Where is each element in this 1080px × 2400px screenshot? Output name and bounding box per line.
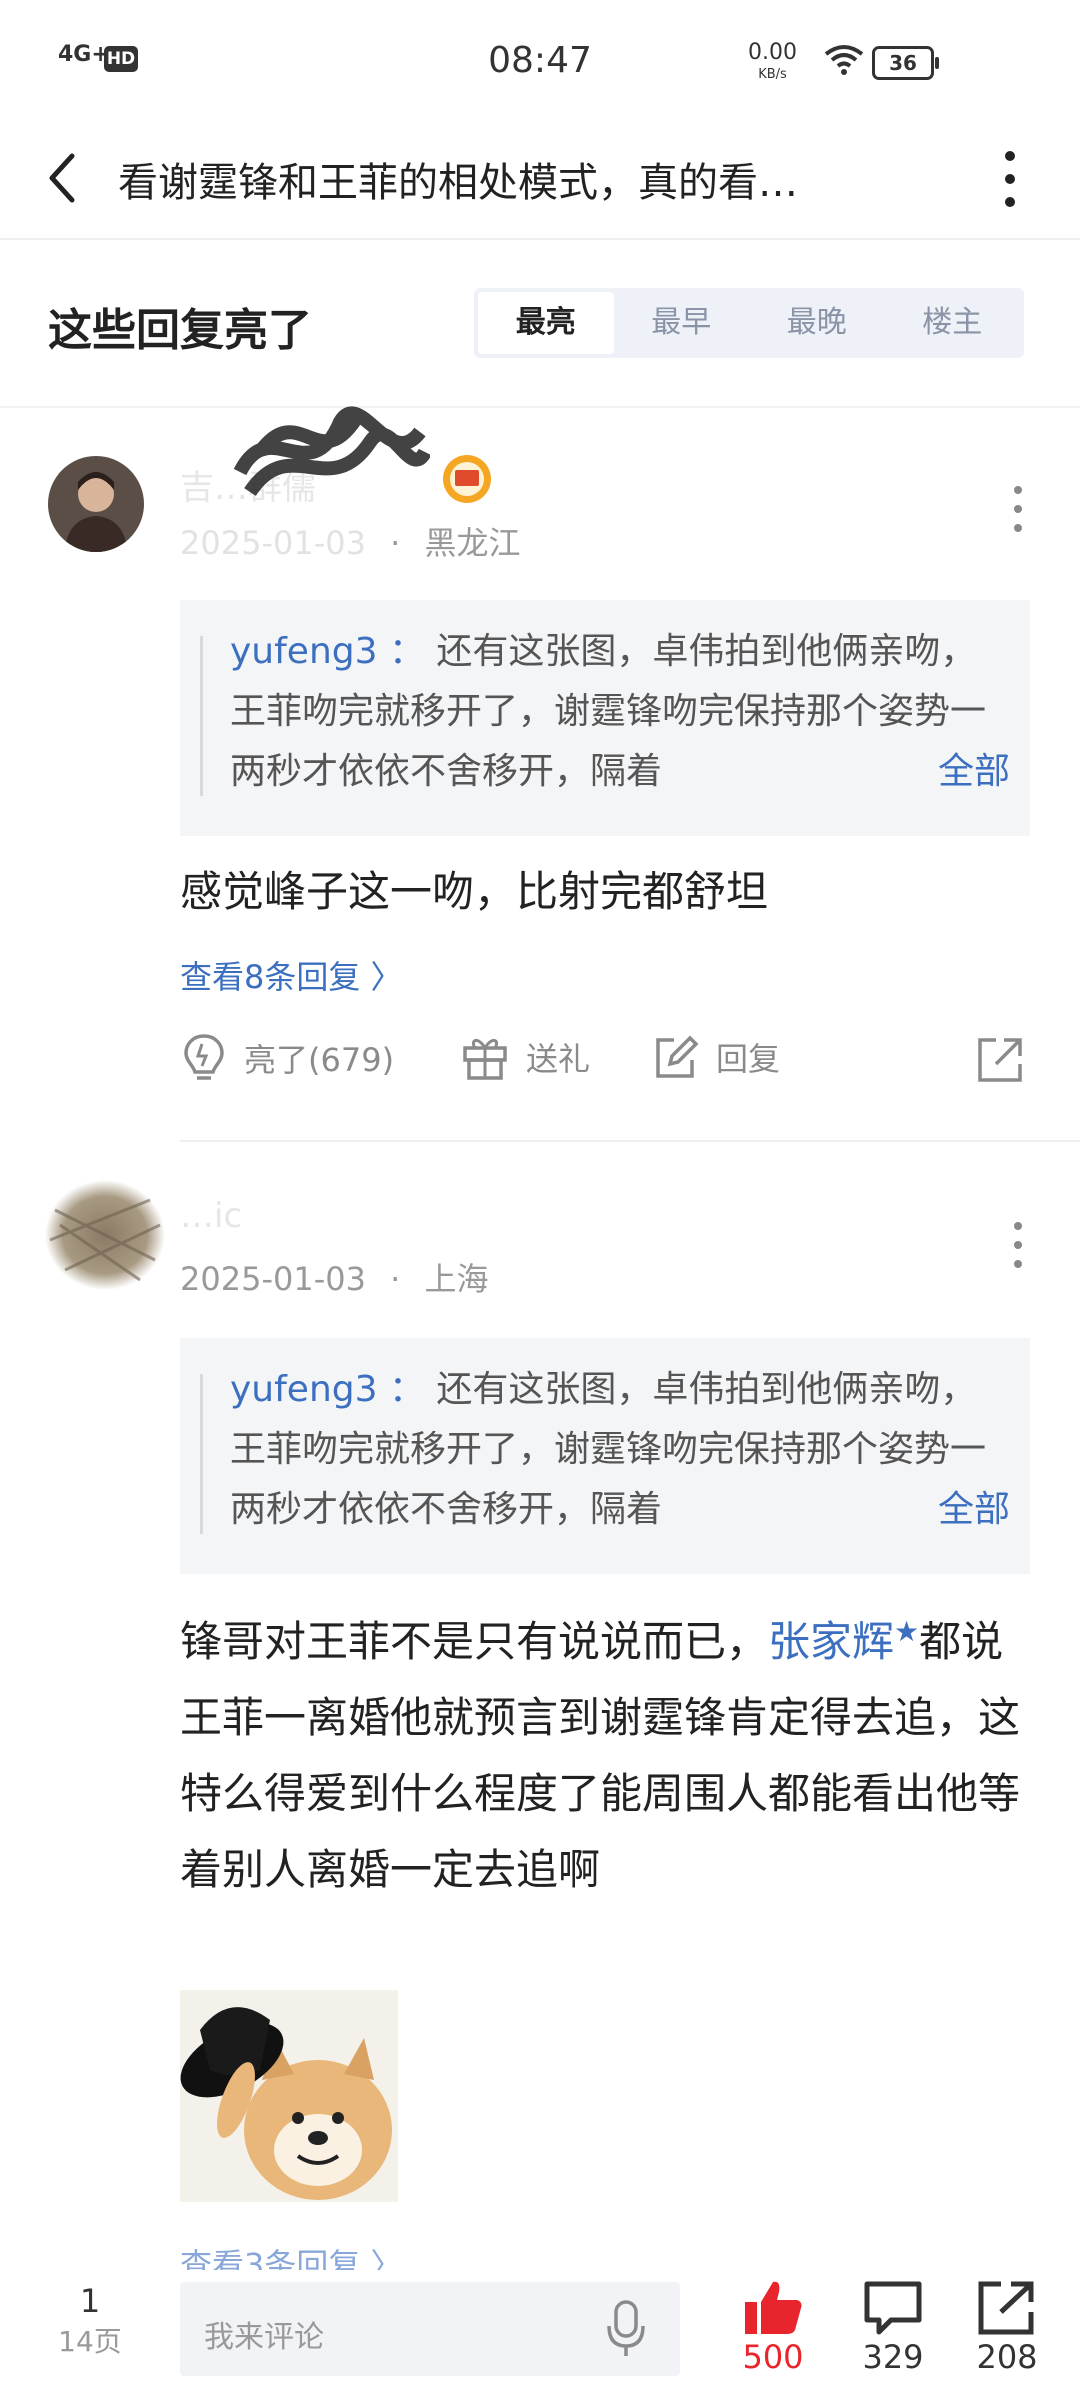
quote-colon: ： bbox=[377, 1369, 437, 1410]
username-text: …ic bbox=[180, 1196, 243, 1236]
network-speed: 0.00 KB/s bbox=[748, 42, 797, 86]
comment-text-part: 锋哥对王菲不是只有说说而已， bbox=[180, 1617, 769, 1666]
gift-label: 送礼 bbox=[526, 1040, 591, 1078]
expand-quote-link[interactable]: 全部 bbox=[897, 1480, 1010, 1532]
thumbs-up-icon bbox=[745, 2281, 802, 2334]
quote-bar bbox=[200, 1374, 203, 1534]
like-stat-button[interactable]: 500 bbox=[718, 2278, 828, 2376]
total-pages: 14页 bbox=[58, 2325, 122, 2358]
tab-brightest[interactable]: 最亮 bbox=[478, 292, 614, 354]
quoted-comment[interactable]: yufeng3 ： 还有这张图，卓伟拍到他俩亲吻，王菲吻完就移开了，谢霆锋吻完保… bbox=[180, 600, 1030, 836]
comment-input[interactable]: 我来评论 bbox=[180, 2282, 680, 2376]
battery-icon: 36 bbox=[872, 46, 939, 80]
view-replies-link[interactable]: 查看8条回复 〉 bbox=[180, 952, 403, 998]
more-options-icon[interactable] bbox=[995, 144, 1025, 214]
comment-location: 上海 bbox=[424, 1260, 489, 1298]
comment-more-icon[interactable] bbox=[1008, 1220, 1028, 1270]
quote-text: yufeng3 ： 还有这张图，卓伟拍到他俩亲吻，王菲吻完就移开了，谢霆锋吻完保… bbox=[230, 622, 1000, 802]
redacted-scribble bbox=[233, 406, 430, 497]
avatar[interactable] bbox=[40, 1170, 170, 1300]
meme-image[interactable] bbox=[180, 1990, 398, 2202]
comment-placeholder: 我来评论 bbox=[204, 2320, 324, 2355]
comment-bubble-icon bbox=[864, 2281, 922, 2335]
comment-meta: 2025-01-03 · 黑龙江 bbox=[180, 518, 521, 564]
verified-badge-icon bbox=[443, 455, 491, 503]
speed-unit: KB/s bbox=[758, 67, 787, 82]
share-stat-button[interactable]: 208 bbox=[952, 2278, 1062, 2376]
page-title: 看谢霆锋和王菲的相处模式，真的看… bbox=[118, 160, 798, 206]
comment-date: 2025-01-03 bbox=[180, 524, 366, 562]
share-icon[interactable] bbox=[974, 1034, 1026, 1086]
star-icon: ★ bbox=[894, 1615, 920, 1648]
speed-value: 0.00 bbox=[748, 40, 797, 65]
gift-icon bbox=[463, 1039, 507, 1080]
comment-divider bbox=[180, 1140, 1080, 1142]
comment-date: 2025-01-03 bbox=[180, 1260, 366, 1298]
bottom-bar: 1 14页 我来评论 500 329 208 bbox=[0, 2270, 1080, 2400]
quote-username[interactable]: yufeng3 bbox=[230, 1369, 378, 1410]
comment-location: 黑龙江 bbox=[424, 524, 521, 562]
comment-stat-button[interactable]: 329 bbox=[838, 2278, 948, 2376]
expand-quote-link[interactable]: 全部 bbox=[897, 742, 1010, 794]
comment-text: 锋哥对王菲不是只有说说而已，张家辉★都说王菲一离婚他就预言到谢霆锋肯定得去追，这… bbox=[180, 1594, 1040, 1908]
wifi-icon bbox=[824, 45, 864, 75]
status-bar: 4G+ HD 08:47 0.00 KB/s 36 bbox=[0, 0, 1080, 120]
meta-separator: · bbox=[390, 524, 401, 562]
reply-button[interactable]: 回复 bbox=[650, 1032, 780, 1082]
comment-more-icon[interactable] bbox=[1008, 484, 1028, 534]
like-total: 500 bbox=[742, 2338, 804, 2376]
share-icon bbox=[978, 2281, 1034, 2335]
tab-op-only[interactable]: 楼主 bbox=[885, 292, 1021, 354]
current-page: 1 bbox=[79, 2282, 101, 2320]
gift-button[interactable]: 送礼 bbox=[460, 1032, 590, 1082]
replies-header: 这些回复亮了 最亮 最早 最晚 楼主 bbox=[0, 238, 1080, 408]
user-mention[interactable]: 张家辉 bbox=[768, 1617, 894, 1666]
edit-icon bbox=[656, 1035, 699, 1078]
sort-tabs: 最亮 最早 最晚 楼主 bbox=[474, 288, 1024, 358]
comment-total: 329 bbox=[862, 2338, 924, 2376]
quote-text: yufeng3 ： 还有这张图，卓伟拍到他俩亲吻，王菲吻完就移开了，谢霆锋吻完保… bbox=[230, 1360, 1000, 1540]
comment-meta: 2025-01-03 · 上海 bbox=[180, 1254, 489, 1300]
share-total: 208 bbox=[976, 2338, 1038, 2376]
quote-colon: ： bbox=[377, 631, 437, 672]
reply-label: 回复 bbox=[716, 1040, 781, 1078]
quote-bar bbox=[200, 636, 203, 796]
back-arrow-icon[interactable] bbox=[40, 150, 88, 206]
microphone-icon[interactable] bbox=[606, 2300, 646, 2358]
avatar[interactable] bbox=[48, 456, 144, 552]
username[interactable]: …ic bbox=[180, 1196, 242, 1236]
comment-text: 感觉峰子这一吻，比射完都舒坦 bbox=[180, 867, 769, 916]
comment-actions: 亮了(679) 送礼 回复 bbox=[180, 1032, 1030, 1092]
quoted-comment[interactable]: yufeng3 ： 还有这张图，卓伟拍到他俩亲吻，王菲吻完就移开了，谢霆锋吻完保… bbox=[180, 1338, 1030, 1574]
quote-username[interactable]: yufeng3 bbox=[230, 631, 378, 672]
tab-earliest[interactable]: 最早 bbox=[614, 292, 750, 354]
meta-separator: · bbox=[390, 1260, 401, 1298]
page-indicator[interactable]: 1 14页 bbox=[50, 2282, 130, 2360]
tab-latest[interactable]: 最晚 bbox=[749, 292, 885, 354]
like-count: 亮了(679) bbox=[244, 1041, 395, 1079]
like-button[interactable]: 亮了(679) bbox=[180, 1032, 394, 1084]
top-nav-bar: 看谢霆锋和王菲的相处模式，真的看… bbox=[0, 120, 1080, 240]
section-heading: 这些回复亮了 bbox=[48, 305, 312, 356]
lightbulb-icon bbox=[184, 1034, 224, 1080]
